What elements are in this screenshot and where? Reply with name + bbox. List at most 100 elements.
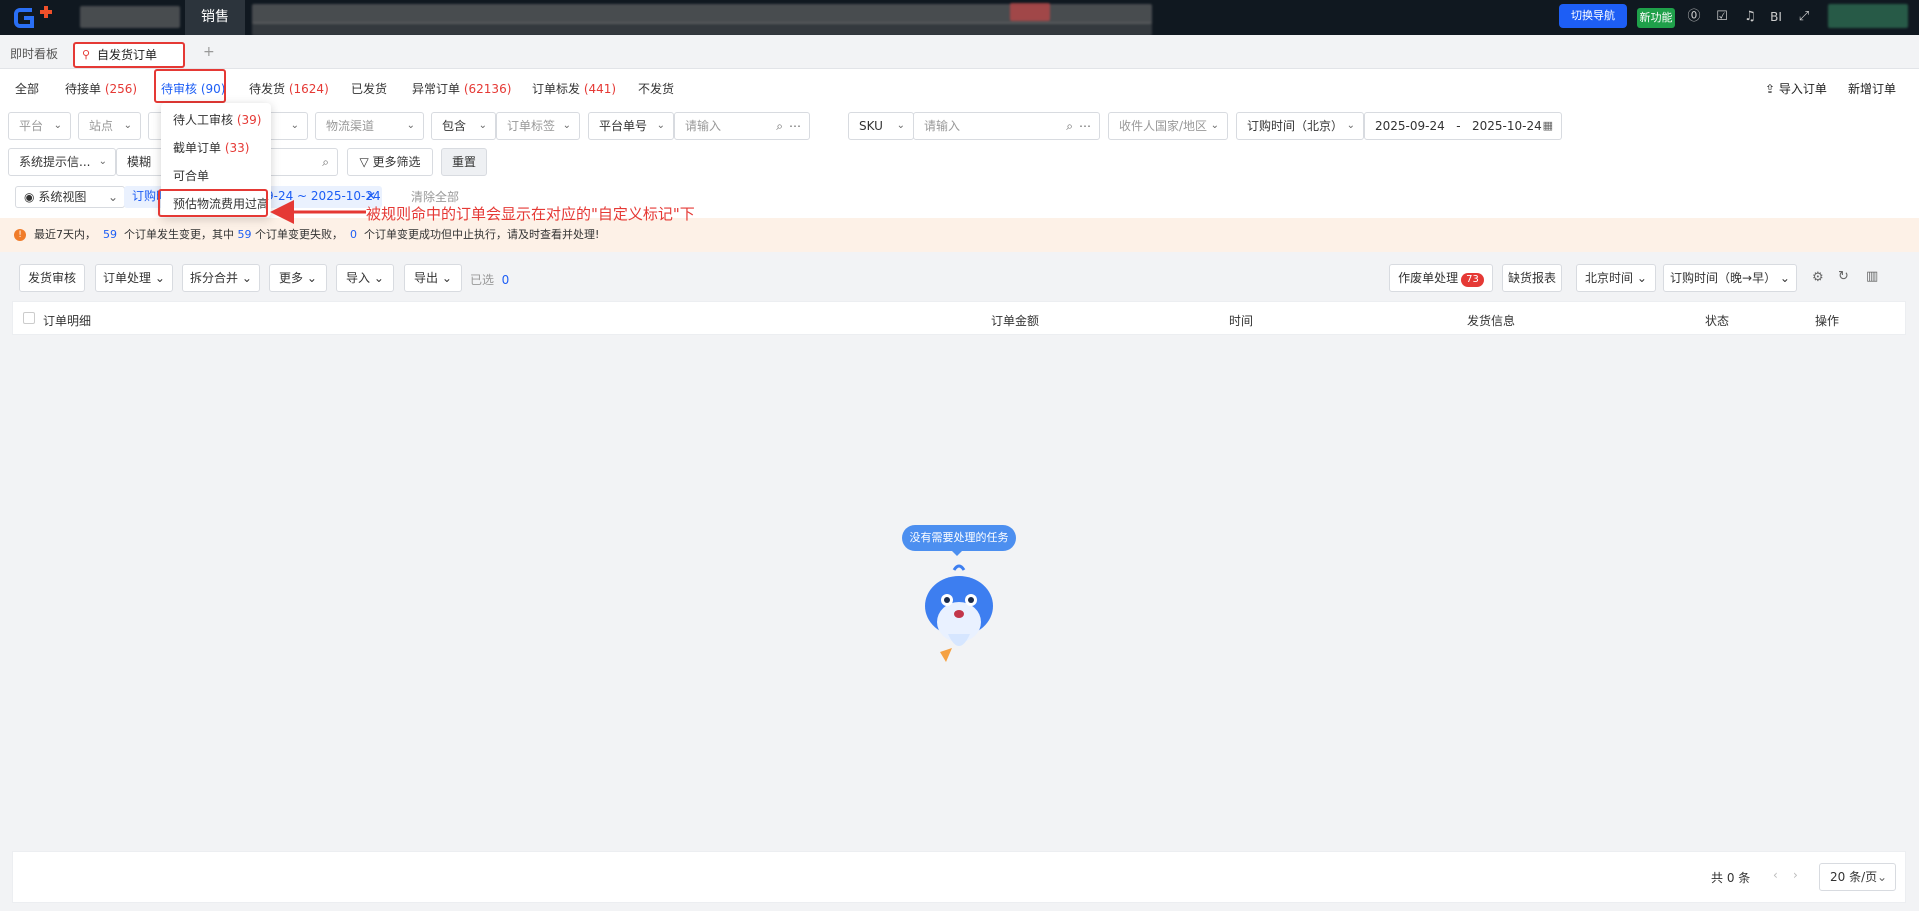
filter-icon: ▽ (359, 155, 369, 169)
import-dropdown-button[interactable]: 导入 ⌄ (336, 264, 394, 292)
system-view-select[interactable]: ◉ 系统视图 ⌄ (15, 186, 125, 208)
chevron-down-icon: ⌄ (1876, 870, 1887, 884)
dropdown-item-mergeable[interactable]: 可合单 (173, 167, 209, 184)
tab-label: 自发货订单 (97, 48, 158, 62)
settings-icon[interactable]: ⚙ (1812, 270, 1824, 285)
split-merge-button[interactable]: 拆分合并 ⌄ (182, 264, 260, 292)
reset-button[interactable]: 重置 (441, 148, 487, 176)
chevron-down-icon: ⌄ (154, 271, 165, 285)
switch-nav-button[interactable]: 切换导航 (1559, 4, 1627, 28)
chevron-down-icon: ⌄ (1346, 120, 1355, 131)
status-tab-exception[interactable]: 异常订单 (62136) (412, 80, 511, 97)
platform-no-input[interactable]: 请输入 ⌕ ⋯ (674, 112, 810, 140)
column-header: 操作 (1815, 314, 1840, 328)
tab-dashboard[interactable]: 即时看板 (10, 45, 58, 62)
prev-page-button[interactable]: ‹ (1773, 868, 1778, 882)
pagination-bar: 共 0 条 ‹ › 20 条/页 ⌄ (12, 851, 1906, 903)
blurred-user-avatar[interactable] (1828, 4, 1908, 28)
chevron-down-icon: ⌄ (1636, 271, 1647, 285)
calendar-icon: ▦ (1542, 119, 1553, 132)
ship-review-button[interactable]: 发货审核 (19, 264, 85, 292)
order-time-type-select[interactable]: 订购时间（北京） ⌄ (1236, 112, 1364, 140)
chevron-down-icon: ⌄ (1210, 120, 1219, 131)
status-tab-shipped[interactable]: 已发货 (351, 80, 387, 97)
dropdown-item-intercepted[interactable]: 截单订单 (33) (173, 139, 249, 156)
sku-input[interactable]: 请输入 ⌕ ⋯ (913, 112, 1100, 140)
column-header: 时间 (1229, 314, 1254, 328)
chevron-down-icon: ⌄ (123, 120, 132, 131)
void-count-badge: 73 (1461, 273, 1484, 287)
bi-icon[interactable]: BI (1768, 9, 1784, 25)
chevron-down-icon: ⌄ (53, 120, 62, 131)
more-icon: ⋯ (789, 119, 801, 133)
search-icon: ⌕ (776, 119, 783, 133)
import-order-button[interactable]: ⇪ 导入订单 (1765, 80, 1827, 97)
tab-self-ship-orders[interactable]: ⚲ 自发货订单 (73, 42, 185, 68)
add-tab-button[interactable]: + (203, 44, 215, 60)
chevron-down-icon: ⌄ (562, 120, 571, 131)
total-count: 共 0 条 (1711, 871, 1751, 885)
calendar-check-icon[interactable]: ☑ (1714, 9, 1730, 25)
new-order-button[interactable]: 新增订单 (1848, 80, 1896, 97)
blurred-badge (1010, 3, 1050, 21)
status-tab-pending-accept[interactable]: 待接单 (256) (65, 80, 137, 97)
site-select[interactable]: 站点 ⌄ (78, 112, 141, 140)
annotation-text: 被规则命中的订单会显示在对应的"自定义标记"下 (366, 205, 695, 223)
highlight-box (154, 69, 226, 103)
receiver-country-select[interactable]: 收件人国家/地区 ⌄ (1108, 112, 1228, 140)
system-tip-select[interactable]: 系统提示信... ⌄ (8, 148, 116, 176)
sort-select[interactable]: 订购时间（晚→早） ⌄ (1663, 264, 1797, 292)
logistics-channel-select[interactable]: 物流渠道 ⌄ (315, 112, 424, 140)
fullscreen-icon[interactable]: ⤢ (1796, 9, 1812, 25)
next-page-button[interactable]: › (1793, 868, 1798, 882)
highlight-box (158, 189, 268, 217)
status-tab-pending-ship[interactable]: 待发货 (1624) (249, 80, 329, 97)
column-header: 状态 (1705, 314, 1730, 328)
select-all-checkbox[interactable] (23, 312, 35, 324)
order-table-header: 订单明细 订单金额 时间 发货信息 状态 操作 (12, 301, 1906, 335)
timezone-select[interactable]: 北京时间 ⌄ (1576, 264, 1656, 292)
status-tab-mark-ship[interactable]: 订单标发 (441) (532, 80, 616, 97)
date-range-picker[interactable]: 2025-09-24 - 2025-10-24 ▦ (1364, 112, 1562, 140)
refresh-icon[interactable]: ↻ (1838, 269, 1849, 284)
chevron-down-icon: ⌄ (306, 271, 317, 285)
column-header: 订单明细 (43, 314, 92, 328)
selected-count: 已选 0 (470, 273, 510, 287)
alert-link[interactable]: 59 (238, 228, 252, 241)
export-dropdown-button[interactable]: 导出 ⌄ (404, 264, 462, 292)
status-tab-no-ship[interactable]: 不发货 (638, 80, 674, 97)
order-tag-select[interactable]: 订单标签 ⌄ (496, 112, 580, 140)
column-layout-icon[interactable]: ▥ (1866, 269, 1878, 284)
bell-icon[interactable]: ♫ (1742, 9, 1758, 25)
sku-select[interactable]: SKU ⌄ (848, 112, 914, 140)
chevron-down-icon: ⌄ (290, 120, 299, 131)
status-tab-all[interactable]: 全部 (15, 80, 39, 97)
page-tab-bar: 即时看板 ⚲ 自发货订单 + (0, 35, 1919, 69)
new-feature-button[interactable]: 新功能 (1637, 8, 1675, 28)
record-icon[interactable]: ⓪ (1686, 9, 1702, 25)
warning-icon: ! (14, 229, 26, 241)
order-status-tabs: 全部 待接单 (256) 待审核 (90) 待发货 (1624) 已发货 异常订… (0, 69, 1919, 105)
search-icon: ⌕ (322, 155, 329, 169)
chevron-down-icon: ⌄ (656, 120, 665, 131)
dropdown-item-manual-review[interactable]: 待人工审核 (39) (173, 111, 261, 128)
column-header: 发货信息 (1467, 314, 1516, 328)
order-process-button[interactable]: 订单处理 ⌄ (95, 264, 173, 292)
void-process-button[interactable]: 作废单处理 73 (1389, 264, 1493, 292)
more-actions-button[interactable]: 更多 ⌄ (269, 264, 327, 292)
alert-link[interactable]: 59 (103, 228, 117, 241)
contains-select[interactable]: 包含 ⌄ (431, 112, 496, 140)
chevron-down-icon: ⌄ (241, 271, 252, 285)
chevron-down-icon: ⌄ (98, 156, 107, 167)
platform-no-select[interactable]: 平台单号 ⌄ (588, 112, 674, 140)
stock-report-button[interactable]: 缺货报表 (1502, 264, 1562, 292)
app-logo[interactable] (14, 6, 56, 30)
more-filter-button[interactable]: ▽ 更多筛选 (347, 148, 433, 176)
page-size-select[interactable]: 20 条/页 ⌄ (1819, 863, 1896, 891)
nav-module-sales[interactable]: 销售 (185, 0, 245, 35)
chevron-down-icon: ⌄ (441, 271, 452, 285)
platform-select[interactable]: 平台 ⌄ (8, 112, 71, 140)
pin-icon[interactable]: ⚲ (82, 44, 90, 66)
blurred-nav-items (80, 6, 180, 28)
chevron-down-icon: ⌄ (1779, 271, 1790, 285)
